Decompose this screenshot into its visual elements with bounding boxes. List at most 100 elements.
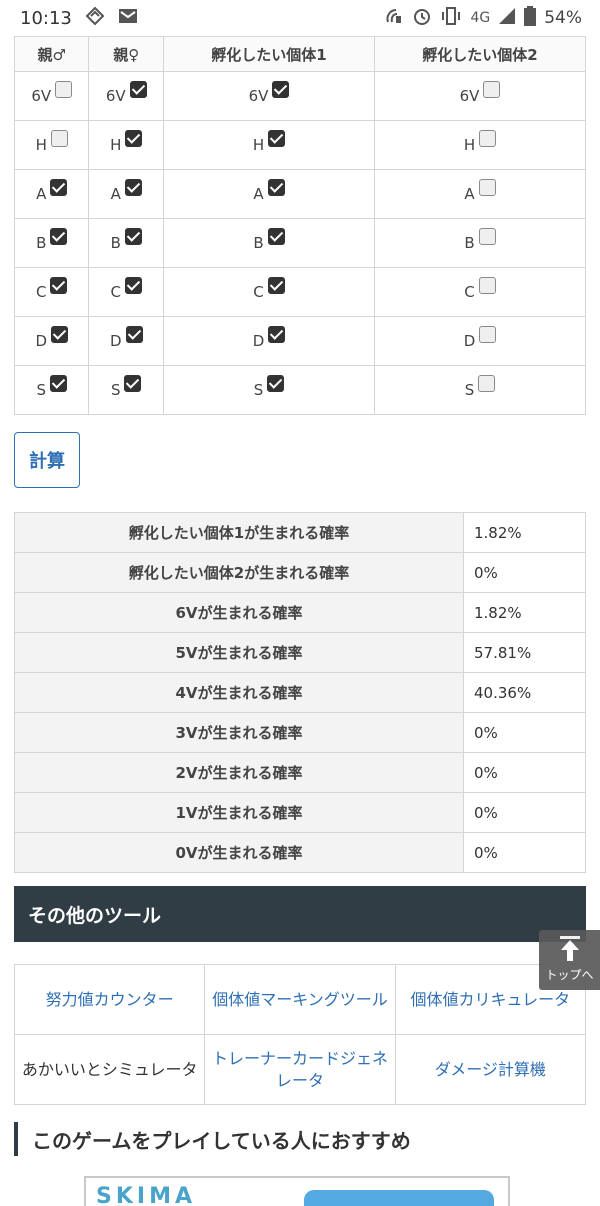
iv-cell: H bbox=[373, 120, 587, 170]
iv-checkbox-group[interactable]: S bbox=[465, 375, 496, 398]
checkbox-unchecked[interactable] bbox=[478, 277, 496, 294]
iv-cell: A bbox=[162, 169, 375, 219]
back-to-top-button[interactable]: トップへ bbox=[539, 930, 600, 990]
checkbox-checked[interactable] bbox=[50, 179, 68, 196]
checkbox-checked[interactable] bbox=[50, 228, 68, 245]
iv-checkbox-group[interactable]: A bbox=[253, 179, 285, 202]
sync-icon bbox=[84, 6, 106, 31]
checkbox-checked[interactable] bbox=[267, 228, 285, 245]
iv-checkbox-group[interactable]: 6V bbox=[249, 81, 290, 104]
tools-row: あかいいとシミュレータ トレーナーカードジェネレータ ダメージ計算機 bbox=[13, 1034, 587, 1105]
iv-cell: H bbox=[88, 120, 164, 170]
iv-cell: D bbox=[162, 316, 375, 366]
checkbox-unchecked[interactable] bbox=[478, 375, 496, 392]
ad-button[interactable] bbox=[304, 1190, 494, 1206]
signal-icon bbox=[498, 7, 516, 29]
iv-checkbox-group[interactable]: H bbox=[110, 130, 143, 153]
checkbox-checked[interactable] bbox=[272, 81, 290, 98]
iv-checkbox-group[interactable]: B bbox=[36, 228, 68, 252]
checkbox-unchecked[interactable] bbox=[479, 130, 497, 147]
iv-checkbox-group[interactable]: C bbox=[253, 277, 285, 300]
checkbox-checked[interactable] bbox=[125, 130, 143, 147]
iv-checkbox-group[interactable]: D bbox=[109, 326, 143, 350]
result-value: 1.82% bbox=[463, 512, 586, 553]
iv-checkbox-group[interactable]: H bbox=[253, 130, 286, 153]
result-label: 孵化したい個体2が生まれる確率 bbox=[14, 552, 464, 593]
iv-stat-label: A bbox=[36, 185, 47, 203]
iv-checkbox-group[interactable]: B bbox=[253, 228, 285, 251]
iv-checkbox-group[interactable]: H bbox=[463, 130, 497, 154]
checkbox-unchecked[interactable] bbox=[478, 228, 496, 245]
iv-checkbox-group[interactable]: D bbox=[35, 326, 69, 349]
checkbox-checked[interactable] bbox=[50, 375, 67, 392]
checkbox-checked[interactable] bbox=[267, 277, 285, 294]
iv-checkbox-group[interactable]: D bbox=[252, 326, 286, 350]
tool-link[interactable]: 努力値カウンター bbox=[13, 964, 206, 1035]
iv-checkbox-group[interactable]: S bbox=[36, 375, 67, 398]
mail-icon bbox=[118, 8, 138, 29]
iv-checkbox-group[interactable]: C bbox=[36, 277, 68, 300]
checkbox-unchecked[interactable] bbox=[478, 179, 496, 196]
checkbox-checked[interactable] bbox=[268, 326, 286, 343]
ad-banner[interactable]: SKIMA bbox=[84, 1176, 510, 1206]
iv-checkbox-group[interactable]: 6V bbox=[460, 81, 501, 104]
vibrate-icon bbox=[440, 6, 462, 30]
iv-stat-label: 6V bbox=[105, 87, 126, 105]
iv-checkbox-group[interactable]: C bbox=[110, 277, 142, 300]
iv-cell: 6V bbox=[13, 71, 90, 121]
checkbox-checked[interactable] bbox=[51, 326, 69, 343]
iv-cell: C bbox=[88, 267, 164, 317]
iv-checkbox-group[interactable]: C bbox=[464, 277, 496, 300]
iv-checkbox-group[interactable]: B bbox=[111, 228, 142, 251]
checkbox-checked[interactable] bbox=[50, 277, 68, 294]
checkbox-checked[interactable] bbox=[125, 326, 143, 343]
iv-cell: 6V bbox=[162, 71, 375, 121]
iv-cell: S bbox=[88, 365, 164, 415]
checkbox-unchecked[interactable] bbox=[483, 81, 501, 98]
checkbox-checked[interactable] bbox=[268, 130, 286, 147]
checkbox-checked[interactable] bbox=[267, 179, 285, 196]
result-value: 57.81% bbox=[463, 632, 586, 673]
iv-checkbox-group[interactable]: S bbox=[111, 375, 142, 398]
calculate-button[interactable]: 計算 bbox=[14, 432, 80, 488]
iv-checkbox-group[interactable]: S bbox=[254, 375, 285, 398]
iv-checkbox-group[interactable]: H bbox=[35, 130, 68, 154]
iv-stat-label: D bbox=[109, 332, 122, 350]
back-to-top-label: トップへ bbox=[545, 968, 594, 982]
arrow-up-icon bbox=[539, 936, 600, 965]
tool-link[interactable]: トレーナーカードジェネレータ bbox=[204, 1034, 396, 1105]
status-bar-right: 4G 54% bbox=[384, 0, 582, 36]
checkbox-unchecked[interactable] bbox=[479, 326, 497, 343]
iv-checkbox-group[interactable]: D bbox=[464, 326, 497, 349]
iv-checkbox-group[interactable]: 6V bbox=[105, 81, 147, 105]
iv-stat-label: H bbox=[35, 136, 47, 154]
recommend-heading: このゲームをプレイしている人におすすめ bbox=[14, 1122, 411, 1156]
iv-checkbox-group[interactable]: B bbox=[464, 228, 496, 251]
iv-cell: S bbox=[162, 365, 375, 415]
iv-checkbox-group[interactable]: A bbox=[111, 179, 142, 202]
iv-checkbox-group[interactable]: A bbox=[36, 179, 68, 203]
iv-stat-label: D bbox=[252, 332, 265, 350]
tool-link[interactable]: 個体値マーキングツール bbox=[204, 964, 396, 1035]
iv-stat-label: B bbox=[36, 234, 47, 252]
tool-link[interactable]: あかいいとシミュレータ bbox=[13, 1034, 206, 1105]
checkbox-checked[interactable] bbox=[124, 179, 142, 196]
iv-cell: B bbox=[13, 218, 90, 268]
checkbox-unchecked[interactable] bbox=[55, 81, 73, 98]
iv-cell: A bbox=[88, 169, 164, 219]
header-target-1: 孵化したい個体1 bbox=[162, 36, 375, 72]
iv-checkbox-group[interactable]: A bbox=[464, 179, 496, 202]
iv-table-header-row: 親♂ 親♀ 孵化したい個体1 孵化したい個体2 bbox=[13, 36, 587, 72]
iv-checkbox-group[interactable]: 6V bbox=[31, 81, 73, 105]
checkbox-checked[interactable] bbox=[129, 81, 147, 98]
nfc-icon bbox=[384, 6, 404, 30]
checkbox-unchecked[interactable] bbox=[50, 130, 68, 147]
checkbox-checked[interactable] bbox=[124, 277, 142, 294]
checkbox-checked[interactable] bbox=[124, 228, 142, 245]
iv-cell: B bbox=[88, 218, 164, 268]
iv-stat-label: 6V bbox=[31, 87, 52, 105]
checkbox-checked[interactable] bbox=[267, 375, 285, 392]
tool-link[interactable]: ダメージ計算機 bbox=[394, 1034, 587, 1105]
iv-stat-label: H bbox=[463, 136, 476, 154]
checkbox-checked[interactable] bbox=[124, 375, 142, 392]
